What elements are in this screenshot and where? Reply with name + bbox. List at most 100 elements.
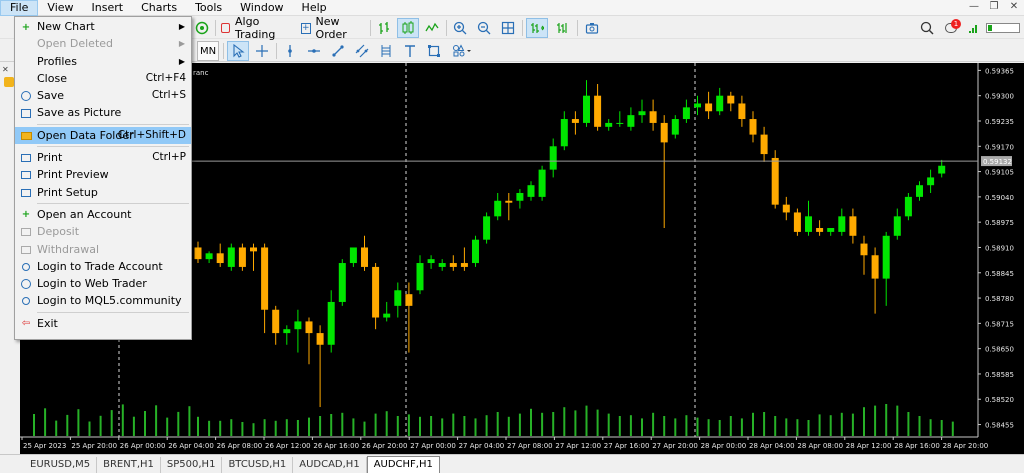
y-tick-label: 0.58845 — [985, 270, 1014, 278]
channel-icon[interactable] — [352, 41, 372, 61]
autoscroll-icon[interactable] — [526, 18, 548, 38]
menu-view[interactable]: View — [38, 0, 82, 16]
candle-body — [494, 200, 502, 217]
horizontal-line-icon[interactable] — [304, 41, 324, 61]
algo-trading-button[interactable]: Algo Trading — [220, 15, 296, 41]
x-tick-label: 26 Apr 04:00 — [168, 442, 214, 450]
chart-tab[interactable]: AUDCAD,H1 — [293, 457, 367, 473]
chart-tab[interactable]: BTCUSD,H1 — [222, 457, 294, 473]
y-tick-label: 0.58650 — [985, 346, 1014, 354]
timeframe-mn-button[interactable]: MN — [197, 41, 219, 61]
candle-body — [793, 212, 801, 232]
menu-item-open-data-folder[interactable]: Open Data Folder Ctrl+Shift+D — [15, 126, 191, 145]
x-tick-label: 28 Apr 20:00 — [943, 442, 989, 450]
vertical-line-icon[interactable] — [280, 41, 300, 61]
candle-body — [227, 247, 235, 267]
notification-badge: 1 — [951, 19, 961, 29]
rectangle-tool-icon[interactable] — [424, 41, 444, 61]
candle-body — [427, 259, 435, 264]
market-watch-icon[interactable] — [192, 18, 212, 38]
candle-body — [361, 247, 368, 267]
x-tick-label: 27 Apr 08:00 — [507, 442, 553, 450]
chart-tab[interactable]: SP500,H1 — [161, 457, 223, 473]
close-icon[interactable]: ✕ — [1004, 0, 1024, 14]
new-order-button[interactable]: + New Order — [300, 15, 366, 41]
globe-icon — [20, 278, 32, 290]
user-icon — [20, 295, 32, 307]
menu-item-print-preview[interactable]: Print Preview — [15, 166, 191, 183]
candlestick-chart-icon[interactable] — [397, 18, 419, 38]
menu-separator — [37, 311, 189, 313]
menu-window[interactable]: Window — [231, 0, 292, 16]
algo-trading-icon — [221, 23, 231, 33]
pane-close-icon[interactable]: ✕ — [2, 65, 9, 74]
crosshair-icon[interactable] — [252, 41, 272, 61]
candle-body — [505, 200, 513, 203]
bar-chart-icon[interactable] — [374, 18, 394, 38]
candle-body — [294, 321, 302, 330]
user-icon — [20, 261, 32, 273]
x-tick-label: 25 Apr 20:00 — [71, 442, 117, 450]
print-setup-icon — [20, 187, 32, 199]
menu-item-print-setup[interactable]: Print Setup — [15, 184, 191, 201]
menu-help[interactable]: Help — [293, 0, 336, 16]
candle-body — [816, 228, 824, 232]
candle-body — [272, 309, 280, 334]
x-tick-label: 26 Apr 08:00 — [217, 442, 263, 450]
fibonacci-icon[interactable] — [376, 41, 396, 61]
text-tool-icon[interactable] — [400, 41, 420, 61]
candle-body — [860, 243, 868, 256]
cursor-icon[interactable] — [227, 41, 249, 61]
zoom-in-icon[interactable] — [450, 18, 470, 38]
candle-body — [338, 263, 346, 302]
menu-item-save-as-picture[interactable]: Save as Picture — [15, 104, 191, 121]
menu-charts[interactable]: Charts — [132, 0, 186, 16]
restore-icon[interactable]: ❐ — [984, 0, 1004, 14]
candle-body — [538, 169, 546, 197]
menu-item-save[interactable]: Save Ctrl+S — [15, 87, 191, 104]
x-tick-label: 25 Apr 2023 — [23, 442, 66, 450]
menu-item-label: Save — [37, 89, 65, 103]
candle-body — [916, 185, 923, 197]
zoom-out-icon[interactable] — [474, 18, 494, 38]
menu-tools[interactable]: Tools — [186, 0, 231, 16]
menu-insert[interactable]: Insert — [83, 0, 133, 16]
line-chart-icon[interactable] — [422, 18, 442, 38]
menu-item-new-chart[interactable]: + New Chart ▶ — [15, 18, 191, 35]
menu-item-close[interactable]: Close Ctrl+F4 — [15, 70, 191, 87]
screenshot-icon[interactable] — [582, 18, 602, 38]
shapes-dropdown-icon[interactable] — [448, 41, 476, 61]
menu-item-open-an-account[interactable]: + Open an Account — [15, 206, 191, 223]
menu-item-login-to-trade-account[interactable]: Login to Trade Account — [15, 258, 191, 275]
candle-body — [438, 263, 446, 267]
chart-tab[interactable]: BRENT,H1 — [97, 457, 161, 473]
menu-item-login-to-web-trader[interactable]: Login to Web Trader — [15, 275, 191, 292]
new-chart-icon: + — [21, 21, 31, 33]
submenu-arrow-icon: ▶ — [178, 22, 185, 31]
menu-item-print[interactable]: Print Ctrl+P — [15, 149, 191, 166]
chart-tab[interactable]: EURUSD,M5 — [24, 457, 98, 473]
candle-body — [660, 122, 668, 143]
x-tick-label: 27 Apr 16:00 — [604, 442, 650, 450]
x-tick-label: 27 Apr 00:00 — [410, 442, 456, 450]
menu-item-login-to-mql5-community[interactable]: Login to MQL5.community — [15, 292, 191, 309]
candle-body — [560, 119, 568, 147]
save-icon — [20, 90, 32, 102]
chart-symbol-label: ranc — [193, 69, 209, 77]
account-icon[interactable] — [4, 77, 14, 87]
tile-windows-icon[interactable] — [498, 18, 518, 38]
menu-item-profiles[interactable]: Profiles ▶ — [15, 53, 191, 70]
trendline-icon[interactable] — [328, 41, 348, 61]
notifications-icon[interactable]: 1 — [940, 18, 962, 38]
chart-tab[interactable]: AUDCHF,H1 — [366, 456, 440, 473]
minimize-icon[interactable]: — — [964, 0, 984, 14]
menu-item-open-deleted: Open Deleted ▶ — [15, 35, 191, 52]
chart-shift-icon[interactable] — [552, 18, 572, 38]
candle-body — [316, 333, 324, 345]
search-icon[interactable] — [917, 18, 937, 38]
candle-body — [238, 247, 246, 267]
candle-body — [216, 253, 224, 264]
candle-body — [250, 247, 257, 252]
menu-file[interactable]: File — [0, 0, 39, 16]
menu-item-exit[interactable]: ⇦ Exit — [15, 315, 191, 332]
